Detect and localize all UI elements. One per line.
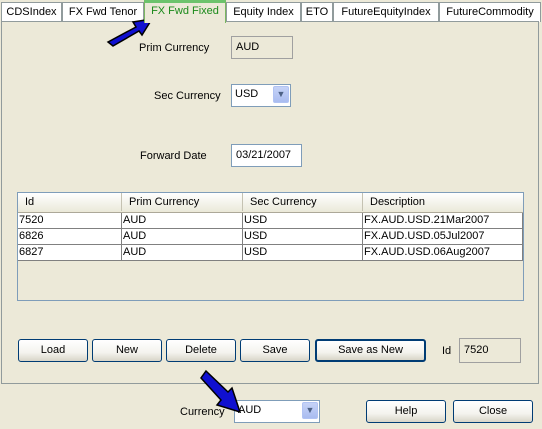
table-row[interactable]: 6827 AUD USD FX.AUD.USD.06Aug2007	[18, 245, 523, 261]
cell-prim-currency: AUD	[122, 245, 243, 261]
help-button[interactable]: Help	[366, 400, 446, 423]
dropdown-arrow-icon[interactable]: ▼	[273, 86, 289, 103]
currency-select[interactable]: AUD ▼	[234, 400, 320, 423]
cell-prim-currency: AUD	[122, 213, 243, 229]
currency-pair-table: Id Prim Currency Sec Currency Descriptio…	[17, 192, 524, 301]
column-header-description[interactable]: Description	[363, 193, 523, 211]
sec-currency-value: USD	[235, 88, 259, 100]
column-header-sec-currency[interactable]: Sec Currency	[243, 193, 363, 211]
table-row[interactable]: 7520 AUD USD FX.AUD.USD.21Mar2007	[18, 213, 523, 229]
cell-sec-currency: USD	[243, 229, 363, 245]
load-button[interactable]: Load	[18, 339, 88, 362]
tab-future-equity-index[interactable]: FutureEquityIndex	[333, 2, 439, 22]
delete-button[interactable]: Delete	[166, 339, 236, 362]
tab-fx-fwd-fixed[interactable]: FX Fwd Fixed	[144, 0, 226, 23]
save-button[interactable]: Save	[240, 339, 310, 362]
forward-date-label: Forward Date	[140, 150, 207, 162]
save-as-new-button[interactable]: Save as New	[315, 339, 426, 362]
tab-eto[interactable]: ETO	[301, 2, 333, 22]
column-header-id[interactable]: Id	[18, 193, 122, 211]
new-button[interactable]: New	[92, 339, 162, 362]
table-row[interactable]: 6826 AUD USD FX.AUD.USD.05Jul2007	[18, 229, 523, 245]
column-header-prim-currency[interactable]: Prim Currency	[122, 193, 243, 211]
cell-sec-currency: USD	[243, 213, 363, 229]
tab-cdsindex[interactable]: CDSIndex	[1, 2, 62, 22]
pointer-arrow-icon	[200, 369, 242, 414]
cell-description: FX.AUD.USD.21Mar2007	[363, 213, 523, 229]
tab-equity-index[interactable]: Equity Index	[226, 2, 301, 22]
cell-description: FX.AUD.USD.06Aug2007	[363, 245, 523, 261]
sec-currency-select[interactable]: USD ▼	[231, 84, 291, 107]
forward-date-input[interactable]: 03/21/2007	[231, 144, 302, 167]
cell-description: FX.AUD.USD.05Jul2007	[363, 229, 523, 245]
cell-id: 6826	[18, 229, 122, 245]
dropdown-arrow-icon[interactable]: ▼	[302, 402, 318, 419]
cell-id: 6827	[18, 245, 122, 261]
table-header: Id Prim Currency Sec Currency Descriptio…	[18, 193, 523, 213]
prim-currency-field: AUD	[231, 36, 293, 59]
tab-future-commodity[interactable]: FutureCommodity	[439, 2, 541, 22]
id-label: Id	[442, 345, 452, 357]
cell-sec-currency: USD	[243, 245, 363, 261]
cell-prim-currency: AUD	[122, 229, 243, 245]
tab-strip: CDSIndex FX Fwd Tenor FX Fwd Fixed Equit…	[0, 0, 542, 23]
sec-currency-label: Sec Currency	[154, 90, 221, 102]
cell-id: 7520	[18, 213, 122, 229]
close-button[interactable]: Close	[453, 400, 533, 423]
id-field: 7520	[459, 338, 521, 363]
